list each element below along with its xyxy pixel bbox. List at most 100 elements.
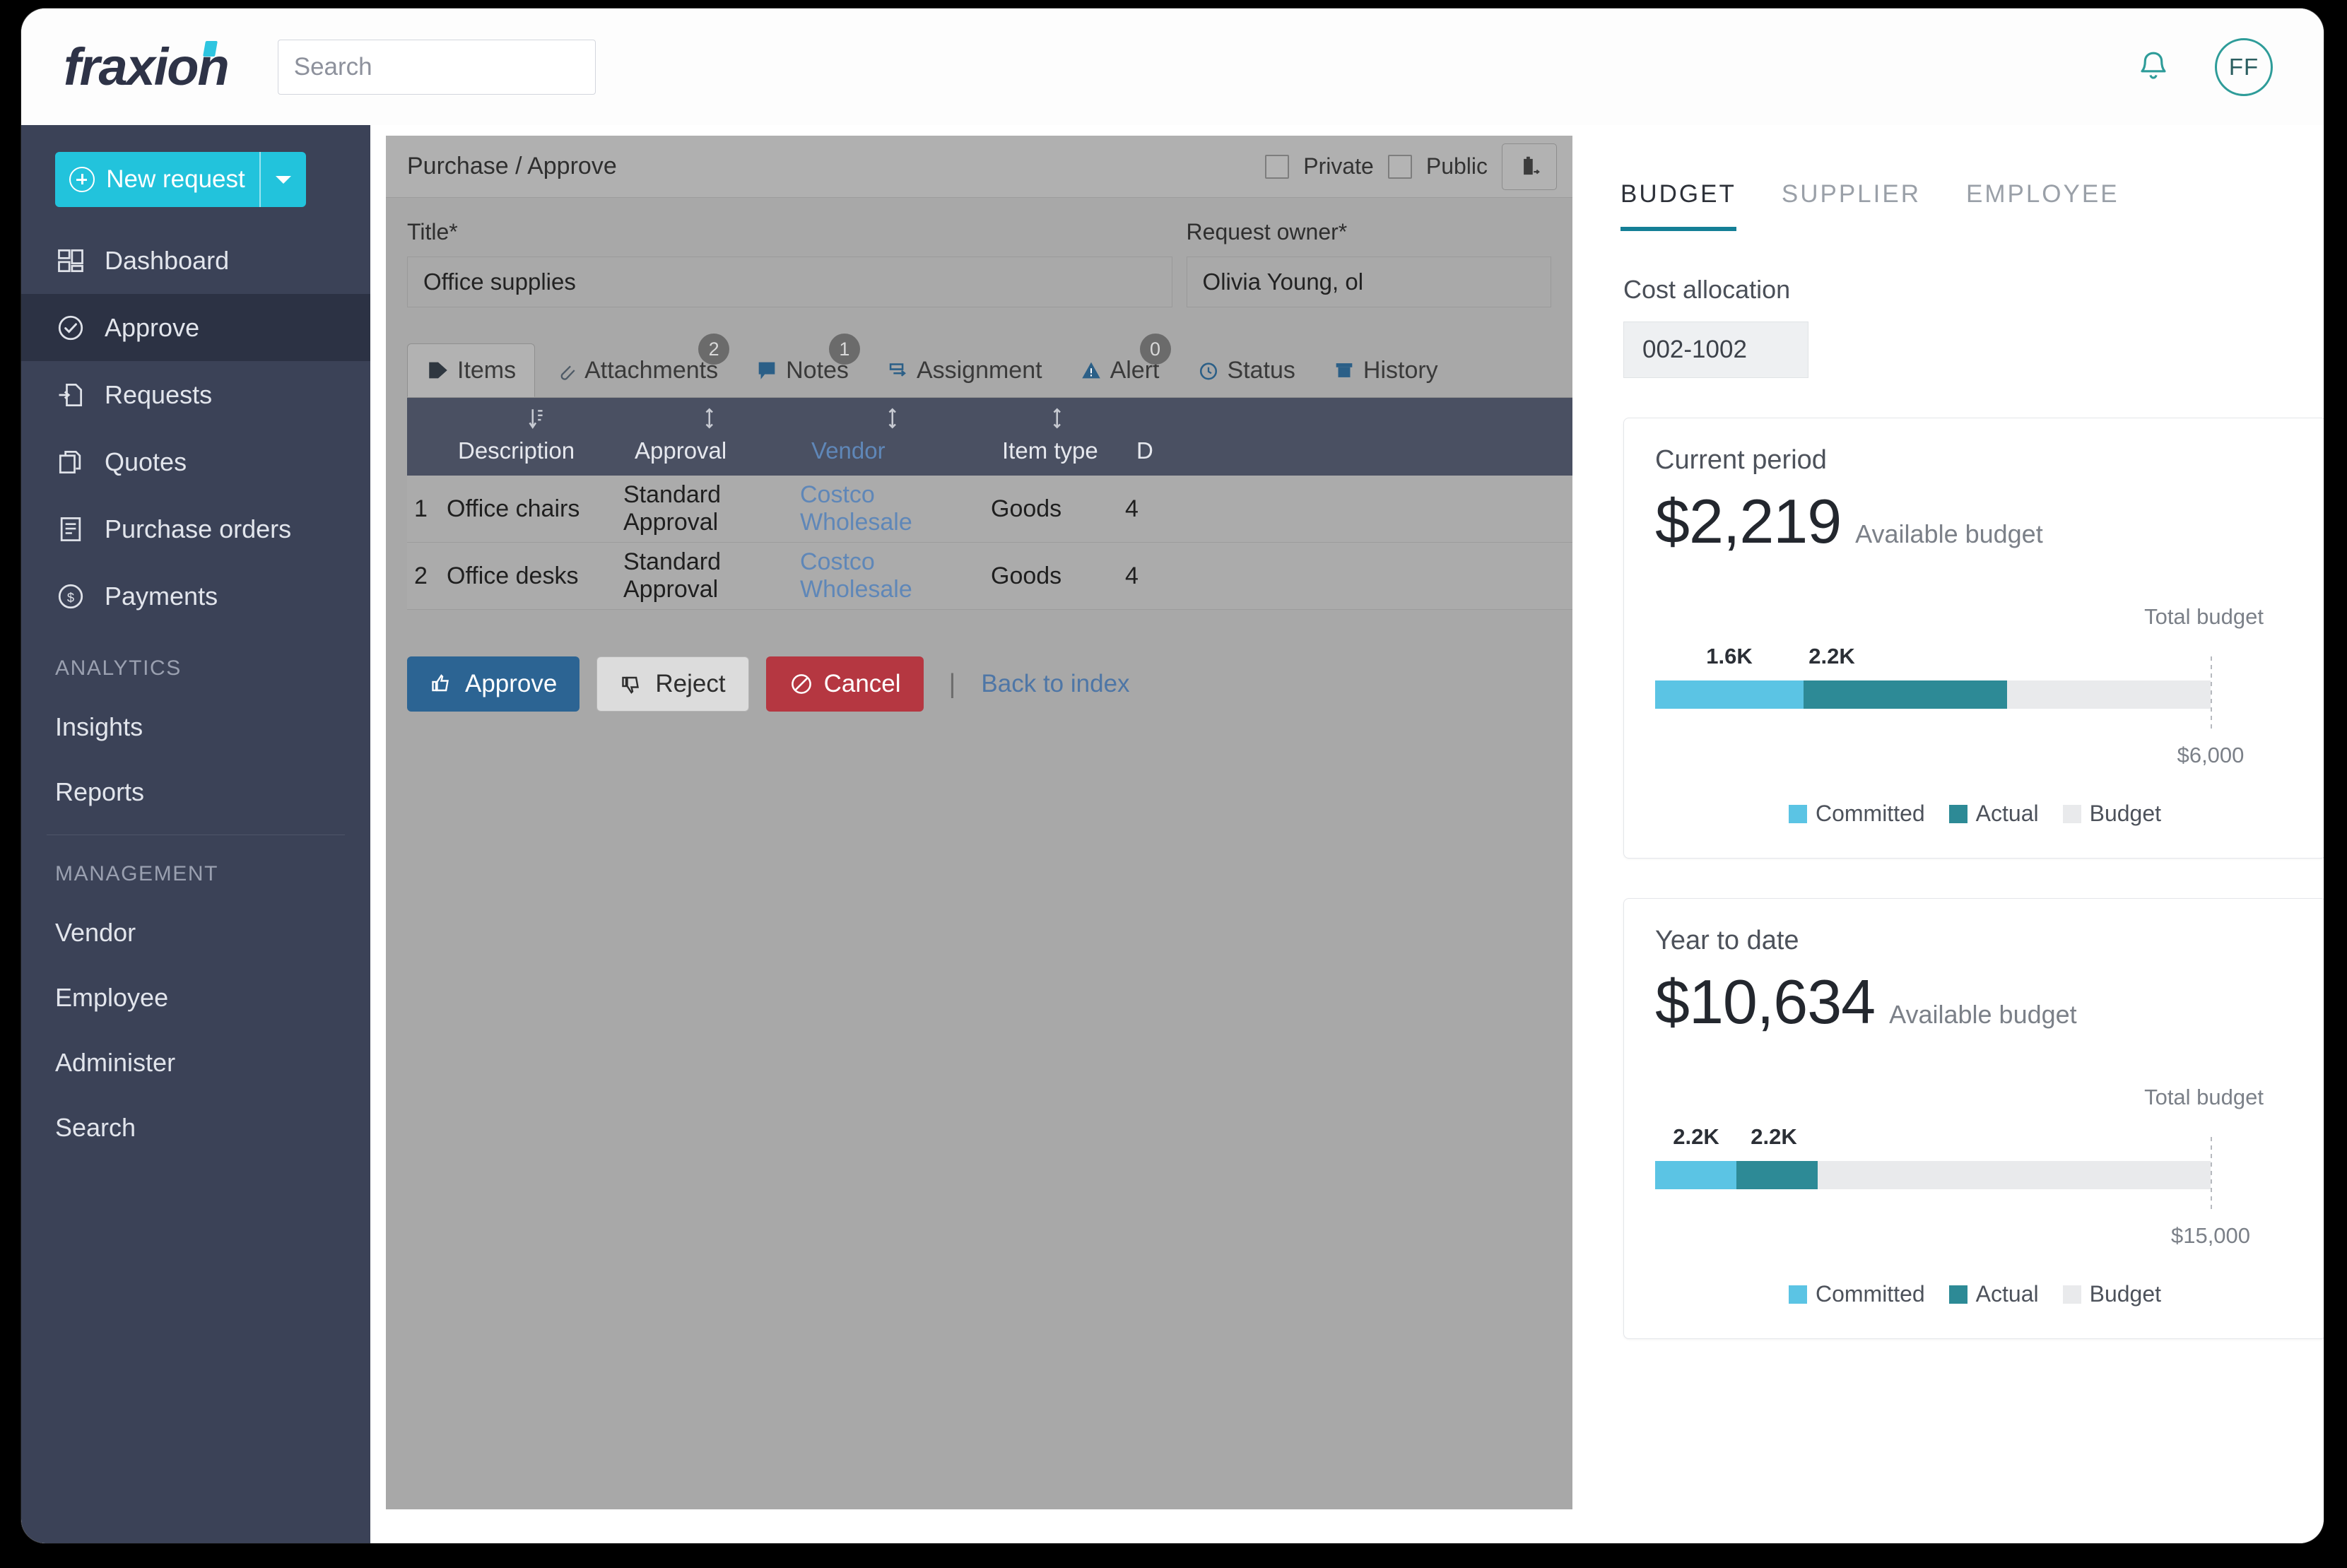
legend-committed: Committed xyxy=(1788,1281,1925,1307)
sidebar-item-administer[interactable]: Administer xyxy=(21,1030,370,1095)
avatar[interactable]: FF xyxy=(2215,37,2273,96)
row-vendor[interactable]: Costco Wholesale xyxy=(800,548,991,603)
tab-attachments[interactable]: Attachments 2 xyxy=(535,334,736,397)
table-header-approval[interactable]: Approval xyxy=(623,408,800,464)
available-budget-amount: $10,634 xyxy=(1655,967,1876,1037)
tab-alert[interactable]: Alert 0 xyxy=(1061,334,1178,397)
sidebar-item-payments[interactable]: $ Payments xyxy=(21,562,370,630)
sidebar-item-label: Reports xyxy=(55,777,145,806)
dollar-circle-icon: $ xyxy=(58,584,83,608)
brand-logo-text: fraxion xyxy=(64,37,230,96)
legend-label: Actual xyxy=(1975,1281,2039,1307)
chart-legend: Committed Actual Budget xyxy=(1655,801,2295,827)
sidebar: New request Dashboard Approve Requests Q… xyxy=(21,125,370,1543)
table-header-row: Description Approval Vendor Item type D xyxy=(407,398,1572,476)
table-header-item-type[interactable]: Item type xyxy=(991,408,1125,464)
reject-button[interactable]: Reject xyxy=(596,656,749,712)
budget-bar-track xyxy=(1655,680,2211,709)
sidebar-section-analytics: ANALYTICS xyxy=(55,656,182,680)
request-doc-icon xyxy=(59,383,83,406)
sort-icon[interactable] xyxy=(528,406,543,430)
tab-label: Assignment xyxy=(916,356,1042,384)
tab-items[interactable]: Items xyxy=(407,343,536,397)
sidebar-item-dashboard[interactable]: Dashboard xyxy=(21,227,370,294)
sidebar-item-requests[interactable]: Requests xyxy=(21,361,370,428)
action-bar: Approve Reject Cancel | Back to index xyxy=(407,656,1572,712)
tab-budget[interactable]: BUDGET xyxy=(1620,180,1736,231)
topbar-actions: FF xyxy=(2134,37,2273,96)
dashboard-icon xyxy=(58,249,83,272)
search-input[interactable] xyxy=(293,52,613,81)
new-request-wrapper: New request xyxy=(21,125,370,227)
tab-employee[interactable]: EMPLOYEE xyxy=(1966,180,2119,231)
content-tabs: Items Attachments 2 Notes 1 Assignment A… xyxy=(407,334,1572,398)
legend-actual: Actual xyxy=(1948,801,2039,827)
sidebar-item-label: Dashboard xyxy=(105,245,230,275)
paperclip-icon xyxy=(560,365,575,380)
total-budget-value: $6,000 xyxy=(2177,743,2245,767)
title-input[interactable]: Office supplies xyxy=(407,257,1172,307)
sort-icon[interactable] xyxy=(1052,406,1068,430)
request-owner-input[interactable]: Olivia Young, ol xyxy=(1186,257,1551,307)
row-index: 1 xyxy=(414,495,428,522)
sidebar-item-insights[interactable]: Insights xyxy=(21,695,370,760)
sidebar-item-label: Approve xyxy=(105,312,200,342)
new-request-main[interactable]: New request xyxy=(55,152,259,207)
sidebar-item-search[interactable]: Search xyxy=(21,1095,370,1160)
cancel-button[interactable]: Cancel xyxy=(765,656,924,712)
chevron-down-icon xyxy=(276,175,291,184)
row-approval: Standard Approval xyxy=(623,481,721,536)
cost-allocation-value[interactable]: 002-1002 xyxy=(1623,322,1808,378)
tab-notes[interactable]: Notes 1 xyxy=(736,334,867,397)
tab-history[interactable]: History xyxy=(1314,343,1457,397)
sidebar-item-quotes[interactable]: Quotes xyxy=(21,428,370,495)
tab-supplier[interactable]: SUPPLIER xyxy=(1782,180,1921,231)
table-header-label: Item type xyxy=(1002,437,1098,464)
sidebar-item-approve[interactable]: Approve xyxy=(21,294,370,361)
legend-label: Committed xyxy=(1815,801,1925,826)
table-row[interactable]: 2 Office desks Standard Approval Costco … xyxy=(407,543,1572,610)
new-request-dropdown[interactable] xyxy=(259,152,306,207)
cancel-label: Cancel xyxy=(823,670,901,697)
tab-status[interactable]: Status xyxy=(1178,343,1314,397)
legend-swatch-committed xyxy=(1788,1285,1807,1304)
right-panel: BUDGET SUPPLIER EMPLOYEE Cost allocation… xyxy=(1572,125,2324,1543)
sort-icon[interactable] xyxy=(705,406,720,430)
order-doc-icon xyxy=(60,517,81,541)
sidebar-item-purchase-orders[interactable]: Purchase orders xyxy=(21,495,370,562)
legend-budget: Budget xyxy=(2062,801,2161,827)
brand-logo[interactable]: fraxion xyxy=(64,37,230,97)
card-amount-row: $2,219 Available budget xyxy=(1655,485,2295,558)
total-budget-tick xyxy=(2211,656,2212,733)
tab-assignment[interactable]: Assignment xyxy=(867,343,1061,397)
table-row[interactable]: 1 Office chairs Standard Approval Costco… xyxy=(407,476,1572,543)
table-header-truncated[interactable]: D xyxy=(1125,437,1210,464)
breadcrumb: Purchase / Approve xyxy=(407,153,617,179)
sidebar-item-employee[interactable]: Employee xyxy=(21,965,370,1030)
back-to-index-link[interactable]: Back to index xyxy=(981,670,1129,698)
private-label: Private xyxy=(1303,153,1374,179)
row-vendor[interactable]: Costco Wholesale xyxy=(800,481,991,536)
private-checkbox[interactable] xyxy=(1265,154,1290,179)
add-attachment-button[interactable] xyxy=(1502,143,1557,190)
new-request-button[interactable]: New request xyxy=(55,152,306,207)
search-box[interactable] xyxy=(277,39,613,95)
public-checkbox[interactable] xyxy=(1387,154,1412,179)
committed-value-label: 2.2K xyxy=(1673,1124,1719,1149)
tab-label: History xyxy=(1363,356,1438,384)
budget-card-current-period: Current period $2,219 Available budget T… xyxy=(1623,418,2324,859)
bell-icon[interactable] xyxy=(2134,47,2172,88)
available-budget-label: Available budget xyxy=(1889,1000,2077,1029)
table-header-vendor[interactable]: Vendor xyxy=(800,408,991,464)
title-field-group: Title* Office supplies xyxy=(407,219,1172,307)
sidebar-item-vendor[interactable]: Vendor xyxy=(21,900,370,965)
approve-button[interactable]: Approve xyxy=(407,656,580,712)
sort-icon[interactable] xyxy=(888,406,903,430)
table-header-description[interactable]: Description xyxy=(447,409,623,464)
topbar: fraxion FF xyxy=(21,8,2324,125)
row-description: Office desks xyxy=(447,562,579,589)
legend-swatch-committed xyxy=(1788,804,1807,823)
logo-accent-dot xyxy=(202,41,218,57)
sidebar-item-reports[interactable]: Reports xyxy=(21,760,370,825)
card-amount-row: $10,634 Available budget xyxy=(1655,966,2295,1038)
